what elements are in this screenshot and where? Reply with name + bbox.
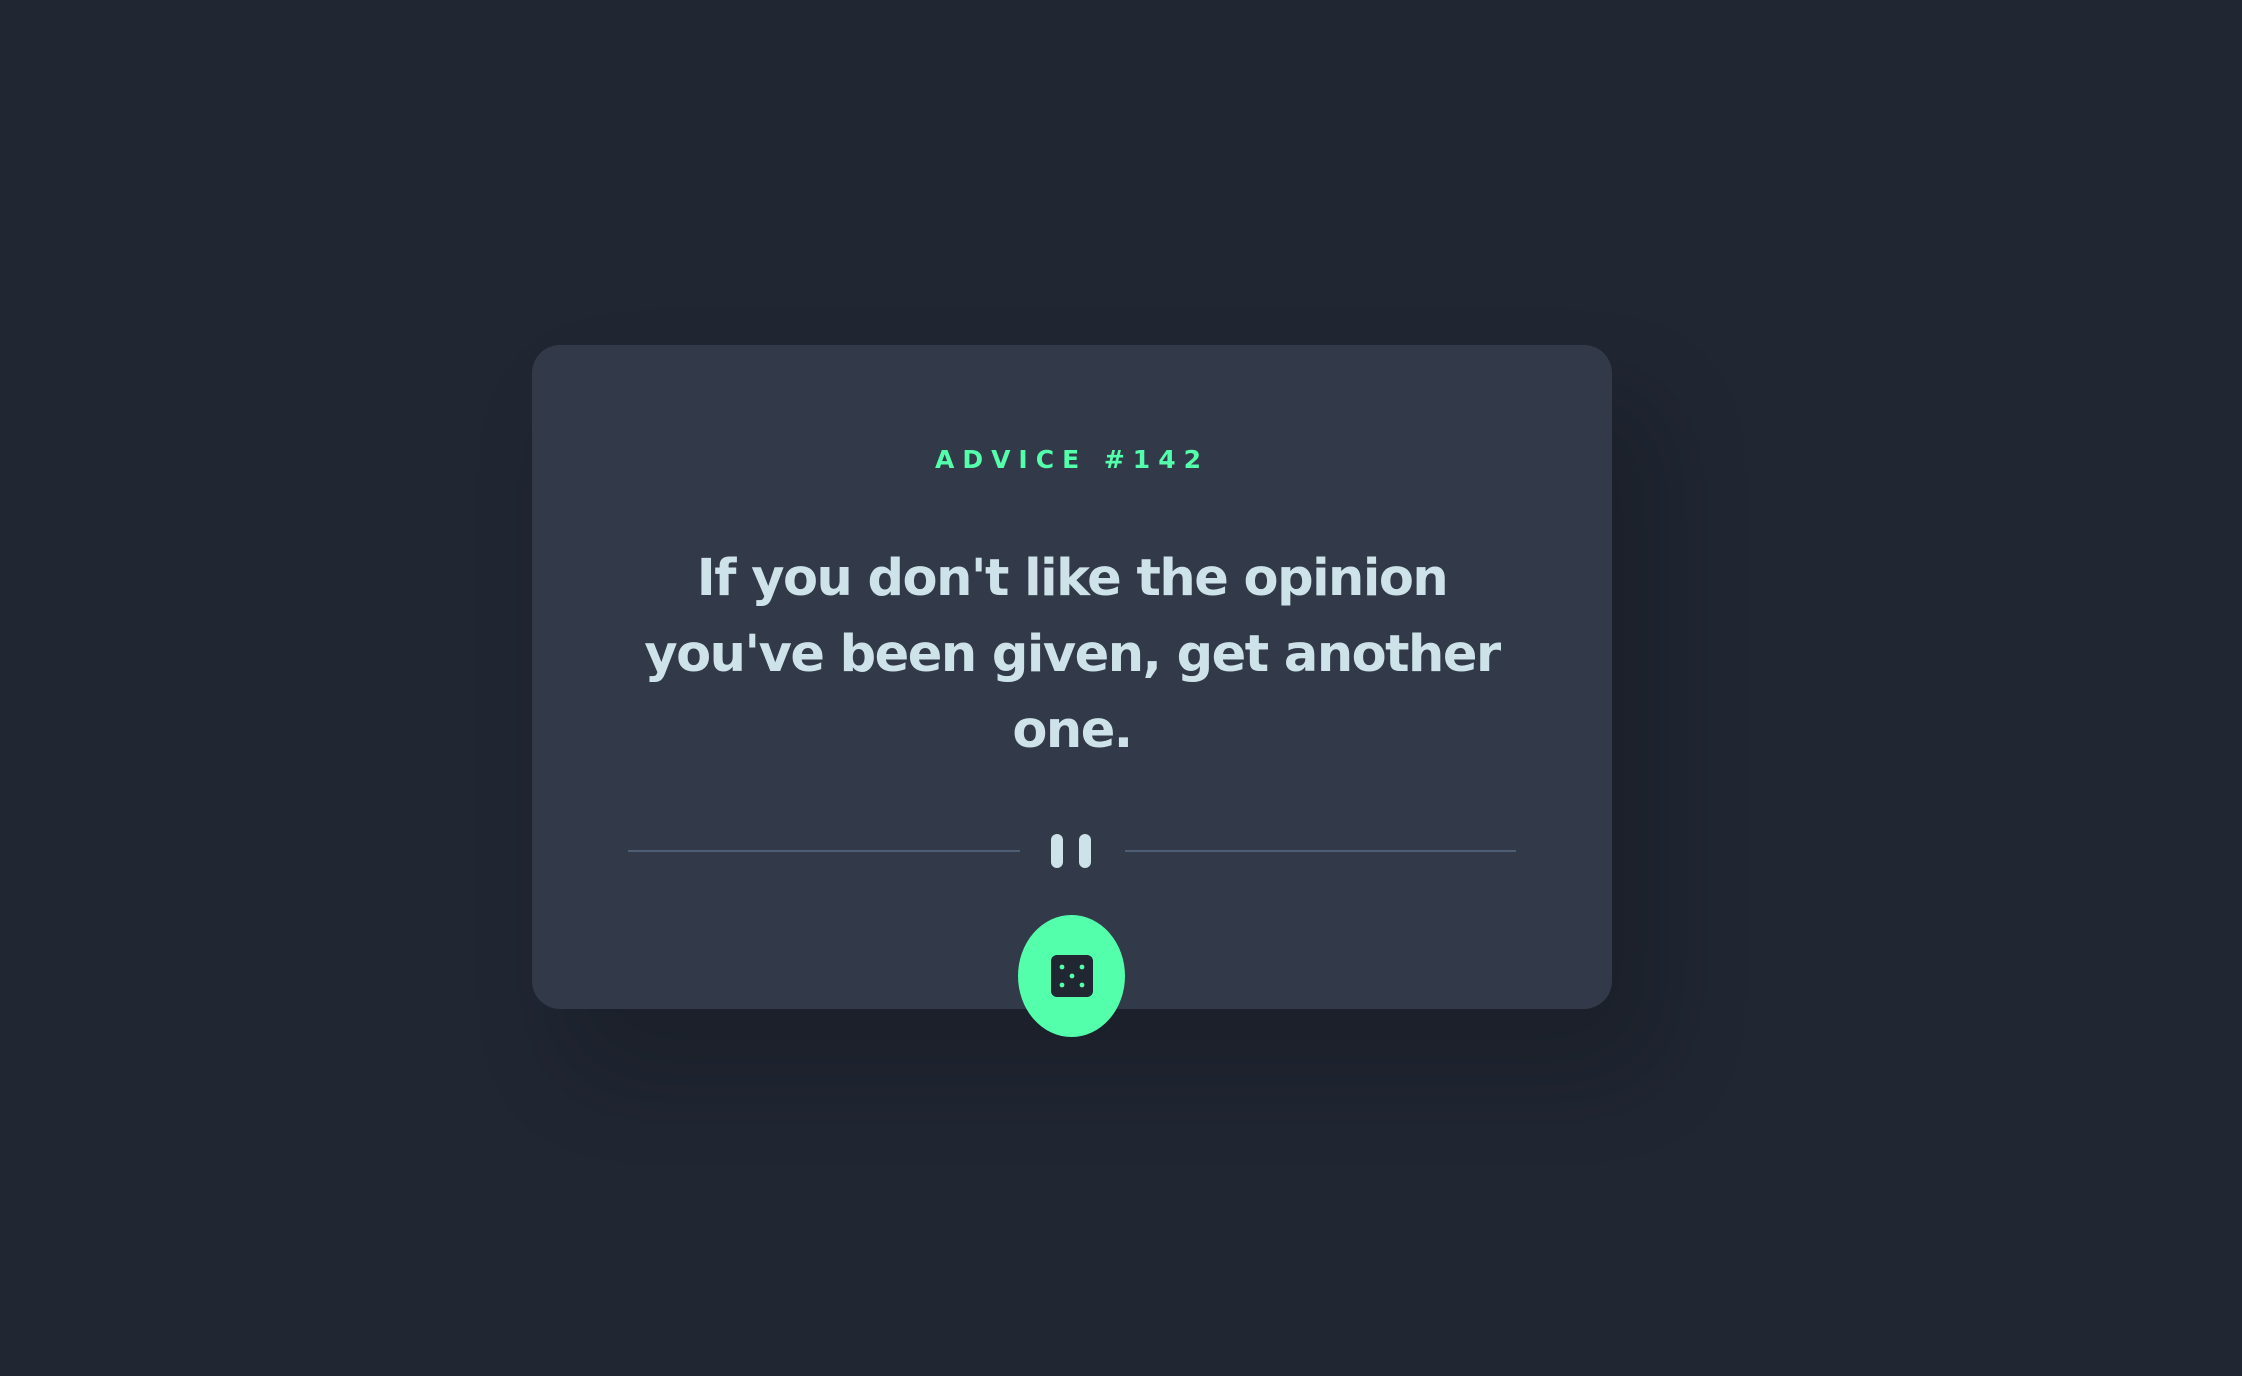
new-advice-button[interactable] (1018, 915, 1125, 1037)
pause-icon (1051, 834, 1093, 868)
advice-quote: If you don't like the opinion you've bee… (644, 549, 1501, 760)
divider-line-left (628, 850, 1020, 852)
advice-card: ADVICE #142 If you don't like the opinio… (532, 345, 1612, 1009)
pause-bar-left (1051, 834, 1063, 868)
pause-bar-right (1079, 834, 1091, 868)
dice-icon (1050, 955, 1093, 997)
divider-line-right (1125, 850, 1516, 852)
advice-number: ADVICE #142 (934, 445, 1209, 474)
